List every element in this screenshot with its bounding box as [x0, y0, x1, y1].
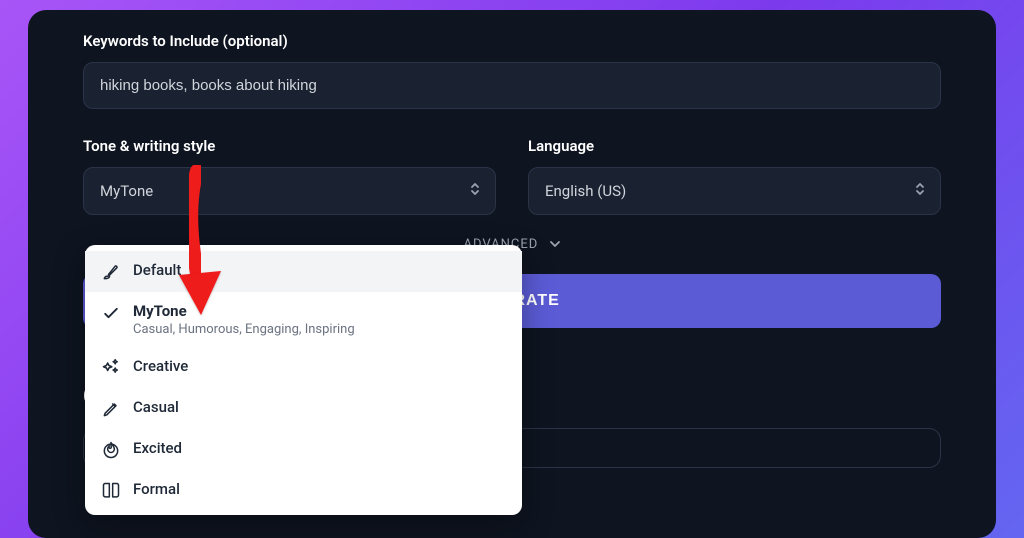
chevron-down-icon: [549, 237, 561, 252]
check-icon: [101, 303, 121, 323]
keywords-input[interactable]: [83, 62, 941, 109]
option-label: Creative: [133, 357, 188, 375]
sparkles-icon: [101, 358, 121, 378]
tone-option-casual[interactable]: Casual: [85, 388, 522, 429]
option-label: Formal: [133, 480, 180, 498]
tone-dropdown: Default MyTone Casual, Humorous, Engagin…: [85, 245, 522, 515]
tone-option-creative[interactable]: Creative: [85, 347, 522, 388]
select-arrows-icon: [469, 181, 481, 201]
option-label: MyTone: [133, 302, 355, 320]
option-label: Casual: [133, 398, 179, 416]
tone-label: Tone & writing style: [83, 137, 496, 155]
tone-option-default[interactable]: Default: [85, 251, 522, 292]
flame-icon: [101, 440, 121, 460]
brush-icon: [101, 262, 121, 282]
select-arrows-icon: [914, 181, 926, 201]
tone-option-excited[interactable]: Excited: [85, 429, 522, 470]
language-selected-value: English (US): [545, 182, 626, 200]
book-icon: [101, 481, 121, 501]
tone-select[interactable]: MyTone: [83, 167, 496, 215]
language-label: Language: [528, 137, 941, 155]
tone-option-mytone[interactable]: MyTone Casual, Humorous, Engaging, Inspi…: [85, 292, 522, 347]
option-label: Default: [133, 261, 181, 279]
pencil-icon: [101, 399, 121, 419]
language-select[interactable]: English (US): [528, 167, 941, 215]
tone-option-formal[interactable]: Formal: [85, 470, 522, 511]
option-subtitle: Casual, Humorous, Engaging, Inspiring: [133, 322, 355, 337]
keywords-label: Keywords to Include (optional): [83, 32, 941, 50]
tone-selected-value: MyTone: [100, 182, 153, 200]
option-label: Excited: [133, 439, 182, 457]
